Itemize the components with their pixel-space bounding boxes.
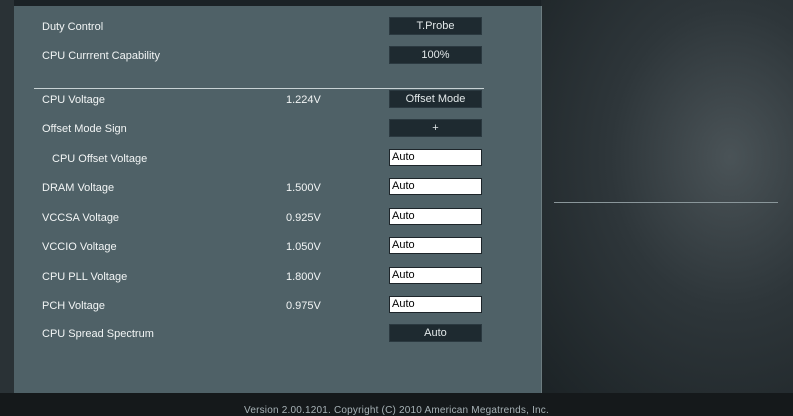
vccsa-voltage-input[interactable]: Auto [389, 208, 482, 225]
cpu-pll-voltage-input[interactable]: Auto [389, 267, 482, 284]
dram-voltage-input[interactable]: Auto [389, 178, 482, 195]
row-value: 0.925V [286, 212, 321, 224]
row-label: CPU Voltage [42, 94, 105, 106]
section-divider [34, 88, 484, 89]
row-label: VCCIO Voltage [42, 241, 117, 253]
row-label: CPU Spread Spectrum [42, 328, 154, 340]
row-duty-control: Duty Control T.Probe [14, 17, 541, 41]
row-label: Duty Control [42, 21, 104, 33]
background-right-area [541, 0, 793, 393]
row-value: 0.975V [286, 300, 321, 312]
row-label: CPU Currrent Capability [42, 50, 160, 62]
pch-voltage-input[interactable]: Auto [389, 296, 482, 313]
duty-control-select[interactable]: T.Probe [389, 17, 482, 35]
row-pch-voltage: PCH Voltage 0.975V Auto [14, 296, 541, 320]
row-value: 1.224V [286, 94, 321, 106]
row-offset-mode-sign: Offset Mode Sign + [14, 119, 541, 143]
row-label: PCH Voltage [42, 300, 105, 312]
right-panel-divider [554, 202, 778, 203]
vccio-voltage-input[interactable]: Auto [389, 237, 482, 254]
row-label: DRAM Voltage [42, 182, 115, 194]
row-cpu-spread-spectrum: CPU Spread Spectrum Auto [14, 324, 541, 348]
row-label: VCCSA Voltage [42, 212, 120, 224]
cpu-current-capability-select[interactable]: 100% [389, 46, 482, 64]
row-cpu-offset-voltage: CPU Offset Voltage Auto [14, 149, 541, 173]
row-vccsa-voltage: VCCSA Voltage 0.925V Auto [14, 208, 541, 232]
cpu-voltage-mode-select[interactable]: Offset Mode [389, 90, 482, 108]
row-label: CPU PLL Voltage [42, 271, 128, 283]
row-cpu-voltage: CPU Voltage 1.224V Offset Mode [14, 90, 541, 114]
row-label: CPU Offset Voltage [52, 153, 148, 165]
row-value: 1.800V [286, 271, 321, 283]
background-left-edge [0, 0, 14, 393]
cpu-offset-voltage-input[interactable]: Auto [389, 149, 482, 166]
row-value: 1.050V [286, 241, 321, 253]
row-label: Offset Mode Sign [42, 123, 127, 135]
offset-mode-sign-select[interactable]: + [389, 119, 482, 137]
row-dram-voltage: DRAM Voltage 1.500V Auto [14, 178, 541, 202]
row-cpu-current-capability: CPU Currrent Capability 100% [14, 46, 541, 70]
row-vccio-voltage: VCCIO Voltage 1.050V Auto [14, 237, 541, 261]
row-value: 1.500V [286, 182, 321, 194]
row-cpu-pll-voltage: CPU PLL Voltage 1.800V Auto [14, 267, 541, 291]
cpu-spread-spectrum-select[interactable]: Auto [389, 324, 482, 342]
settings-panel: Duty Control T.Probe CPU Currrent Capabi… [14, 6, 542, 393]
version-text: Version 2.00.1201. Copyright (C) 2010 Am… [244, 405, 549, 416]
